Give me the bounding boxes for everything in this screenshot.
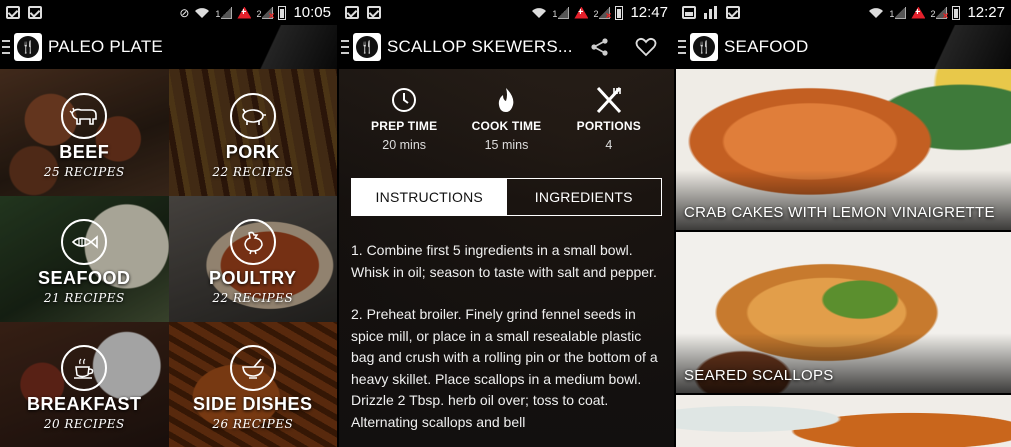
category-title: SIDE DISHES [192, 393, 313, 414]
notification-check-icon [726, 6, 740, 19]
category-grid: BEEF 25 RECIPES PORK 22 RECIPES SEAFOOD … [0, 69, 337, 447]
swiss-app-icon [911, 6, 926, 19]
recipe-card-seared-scallops[interactable]: SEARED SCALLOPS [676, 232, 1011, 393]
stat-value: 20 mins [382, 138, 427, 152]
battery-icon [952, 5, 961, 20]
status-bar: ⊘ 1 2 10:05 [0, 0, 337, 25]
category-title: POULTRY [209, 268, 297, 288]
signal-sim2-icon: 2 [593, 6, 611, 22]
signal-sim2-icon: 2 [256, 6, 274, 22]
category-title: PORK [225, 141, 280, 162]
recipe-card-partial[interactable] [676, 395, 1011, 447]
signal-sim2-icon: 2 [930, 6, 948, 22]
instructions-text: 1. Combine first 5 ingredients in a smal… [339, 216, 674, 433]
share-icon [591, 38, 608, 56]
clock-time: 12:27 [967, 4, 1005, 21]
status-bar: 1 2 12:27 [676, 0, 1011, 25]
recipe-count: 22 RECIPES [212, 291, 294, 305]
share-button[interactable] [588, 35, 612, 59]
coffee-cup-icon [61, 344, 108, 391]
seafood-list-screen: 1 2 12:27 🍴 SEAFOOD CRAB CAKES WITH LEMO… [676, 0, 1011, 447]
instruction-step: 1. Combine first 5 ingredients in a smal… [351, 242, 657, 280]
swiss-app-icon [237, 6, 252, 19]
recipe-tabs: INSTRUCTIONS INGREDIENTS [351, 178, 662, 216]
app-bar: 🍴 PALEO PLATE [0, 25, 337, 69]
stat-label: PORTIONS [576, 119, 641, 133]
recipe-title: SCALLOP SKEWERS... [387, 37, 573, 56]
tab-instructions[interactable]: INSTRUCTIONS [352, 179, 507, 215]
category-tile-side-dishes[interactable]: SIDE DISHES 26 RECIPES [168, 322, 337, 447]
chicken-icon [229, 219, 276, 265]
recipe-stats: PREP TIME 20 mins COOK TIME 15 mins PORT… [339, 69, 674, 152]
stat-label: COOK TIME [471, 119, 542, 133]
stat-label: PREP TIME [371, 119, 438, 133]
wifi-icon [869, 7, 884, 18]
notification-check-icon [367, 6, 381, 19]
app-bar: 🍴 SEAFOOD [676, 25, 1011, 69]
recipe-count: 20 RECIPES [43, 416, 125, 431]
category-title: BREAKFAST [26, 393, 142, 414]
instruction-step: 2. Preheat broiler. Finely grind fennel … [351, 306, 658, 430]
cow-icon [61, 92, 108, 139]
menu-icon[interactable] [341, 40, 349, 54]
fish-icon [61, 219, 108, 265]
stat-cook-time: COOK TIME 15 mins [461, 85, 551, 152]
app-logo[interactable]: 🍴 [353, 33, 381, 61]
tab-ingredients[interactable]: INGREDIENTS [507, 179, 662, 215]
notification-check-icon [345, 6, 359, 19]
clock-icon [391, 85, 417, 115]
image-notification-icon [682, 6, 696, 19]
stat-portions: PORTIONS 4 [564, 85, 654, 152]
stat-value: 15 mins [484, 138, 529, 152]
recipe-count: 26 RECIPES [212, 416, 294, 431]
category-tile-seafood[interactable]: SEAFOOD 21 RECIPES [0, 196, 169, 322]
battery-icon [278, 5, 287, 20]
stat-prep-time: PREP TIME 20 mins [359, 85, 449, 152]
swiss-app-icon [574, 6, 589, 19]
recipe-body: PREP TIME 20 mins COOK TIME 15 mins PORT… [339, 69, 674, 447]
app-logo[interactable]: 🍴 [690, 33, 718, 61]
heart-icon [635, 37, 657, 57]
clock-time: 10:05 [293, 4, 331, 21]
stat-value: 4 [605, 138, 613, 152]
signal-sim1-icon: 1 [889, 6, 907, 19]
app-logo[interactable]: 🍴 [14, 33, 42, 61]
notification-check-icon [28, 6, 42, 19]
recipe-card-crab-cakes[interactable]: CRAB CAKES WITH LEMON VINAIGRETTE [676, 69, 1011, 230]
battery-icon [615, 5, 624, 20]
app-bar: 🍴 SCALLOP SKEWERS... [339, 25, 674, 69]
recipe-list: CRAB CAKES WITH LEMON VINAIGRETTE SEARED… [676, 69, 1011, 447]
category-tile-poultry[interactable]: POULTRY 22 RECIPES [168, 196, 337, 322]
menu-icon[interactable] [678, 40, 686, 54]
chart-notification-icon [704, 6, 718, 19]
status-bar: 1 2 12:47 [339, 0, 674, 25]
signal-sim1-icon: 1 [215, 6, 233, 19]
recipe-card-title: CRAB CAKES WITH LEMON VINAIGRETTE [684, 204, 995, 221]
recipe-count: 22 RECIPES [212, 164, 294, 179]
favorite-button[interactable] [634, 35, 658, 59]
recipe-count: 25 RECIPES [43, 164, 125, 179]
category-tile-pork[interactable]: PORK 22 RECIPES [168, 69, 337, 196]
category-title: SEAFOOD [37, 268, 131, 288]
menu-icon[interactable] [2, 40, 10, 54]
category-title: BEEF [59, 141, 110, 162]
recipe-count: 21 RECIPES [43, 291, 125, 305]
pig-icon [229, 92, 276, 139]
category-tile-breakfast[interactable]: BREAKFAST 20 RECIPES [0, 322, 169, 447]
flame-icon [495, 85, 517, 115]
app-title: PALEO PLATE [48, 37, 163, 56]
bowl-icon [229, 344, 276, 391]
wifi-icon [195, 7, 210, 18]
wifi-icon [532, 7, 547, 18]
signal-sim1-icon: 1 [552, 6, 570, 19]
categories-screen: ⊘ 1 2 10:05 🍴 PALEO PLATE BEEF 25 RECIPE… [0, 0, 337, 447]
category-page-title: SEAFOOD [724, 37, 809, 56]
clock-time: 12:47 [630, 4, 668, 21]
category-tile-beef[interactable]: BEEF 25 RECIPES [0, 69, 169, 196]
recipe-card-title: SEARED SCALLOPS [684, 367, 834, 384]
notification-check-icon [6, 6, 20, 19]
mute-icon: ⊘ [179, 5, 190, 20]
recipe-detail-screen: 1 2 12:47 🍴 SCALLOP SKEWERS... PREP TI [339, 0, 674, 447]
fork-knife-icon [594, 85, 624, 115]
